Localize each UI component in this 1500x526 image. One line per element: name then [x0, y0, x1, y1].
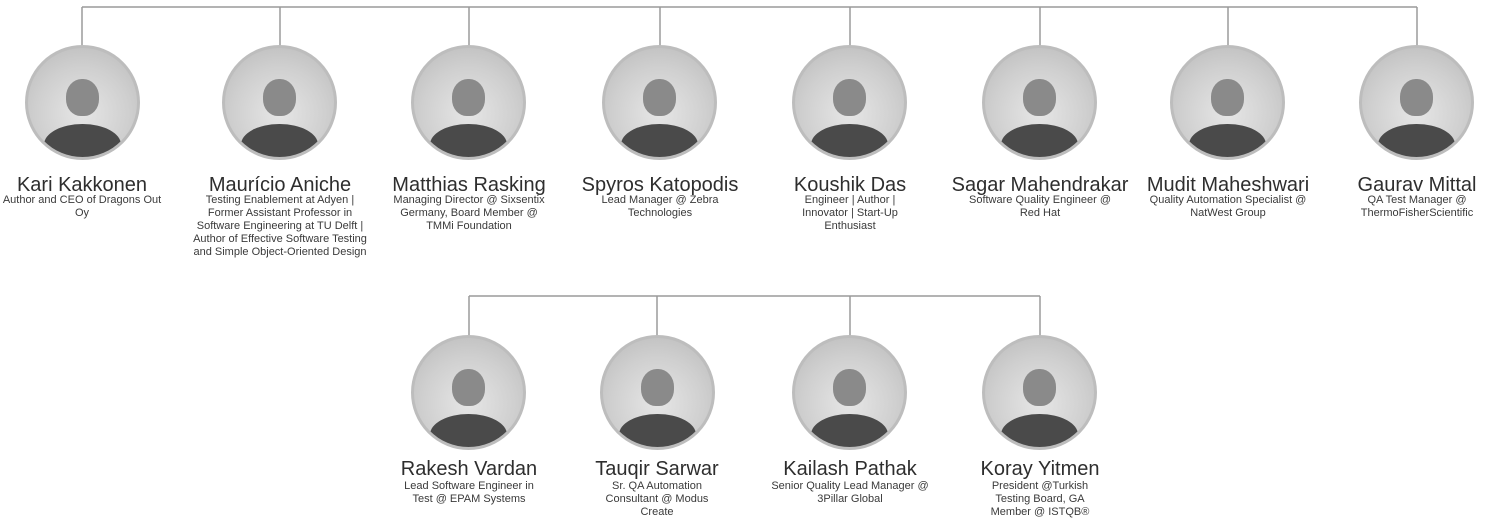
avatar — [25, 45, 140, 160]
person-title: Software Quality Engineer @ Red Hat — [968, 194, 1111, 219]
person-title: Sr. QA Automation Consultant @ Modus Cre… — [605, 480, 709, 518]
avatar — [1359, 45, 1474, 160]
person-title: Testing Enablement at Adyen | Former Ass… — [193, 194, 367, 258]
person-title: Quality Automation Specialist @ NatWest … — [1149, 194, 1307, 219]
person-name: Kailash Pathak — [783, 458, 917, 480]
avatar — [411, 335, 526, 450]
person-title: Managing Director @ Sixsentix Germany, B… — [393, 194, 545, 232]
person-title: President @Turkish Testing Board, GA Mem… — [990, 480, 1090, 518]
person-name: Rakesh Vardan — [400, 458, 538, 480]
avatar — [982, 335, 1097, 450]
avatar — [1170, 45, 1285, 160]
person-name: Tauqir Sarwar — [595, 458, 719, 480]
avatar — [602, 45, 717, 160]
person-title: Senior Quality Lead Manager @ 3Pillar Gl… — [771, 480, 929, 505]
person-name: Koray Yitmen — [980, 458, 1100, 480]
avatar — [792, 45, 907, 160]
avatar — [982, 45, 1097, 160]
person-title: Lead Manager @ Zebra Technologies — [601, 194, 719, 219]
person-title: Lead Software Engineer in Test @ EPAM Sy… — [404, 480, 534, 505]
avatar — [222, 45, 337, 160]
avatar — [600, 335, 715, 450]
person-title: QA Test Manager @ ThermoFisherScientific — [1360, 194, 1474, 219]
avatar — [792, 335, 907, 450]
avatar — [411, 45, 526, 160]
person-title: Author and CEO of Dragons Out Oy — [2, 194, 162, 219]
person-title: Engineer | Author | Innovator | Start-Up… — [802, 194, 898, 232]
